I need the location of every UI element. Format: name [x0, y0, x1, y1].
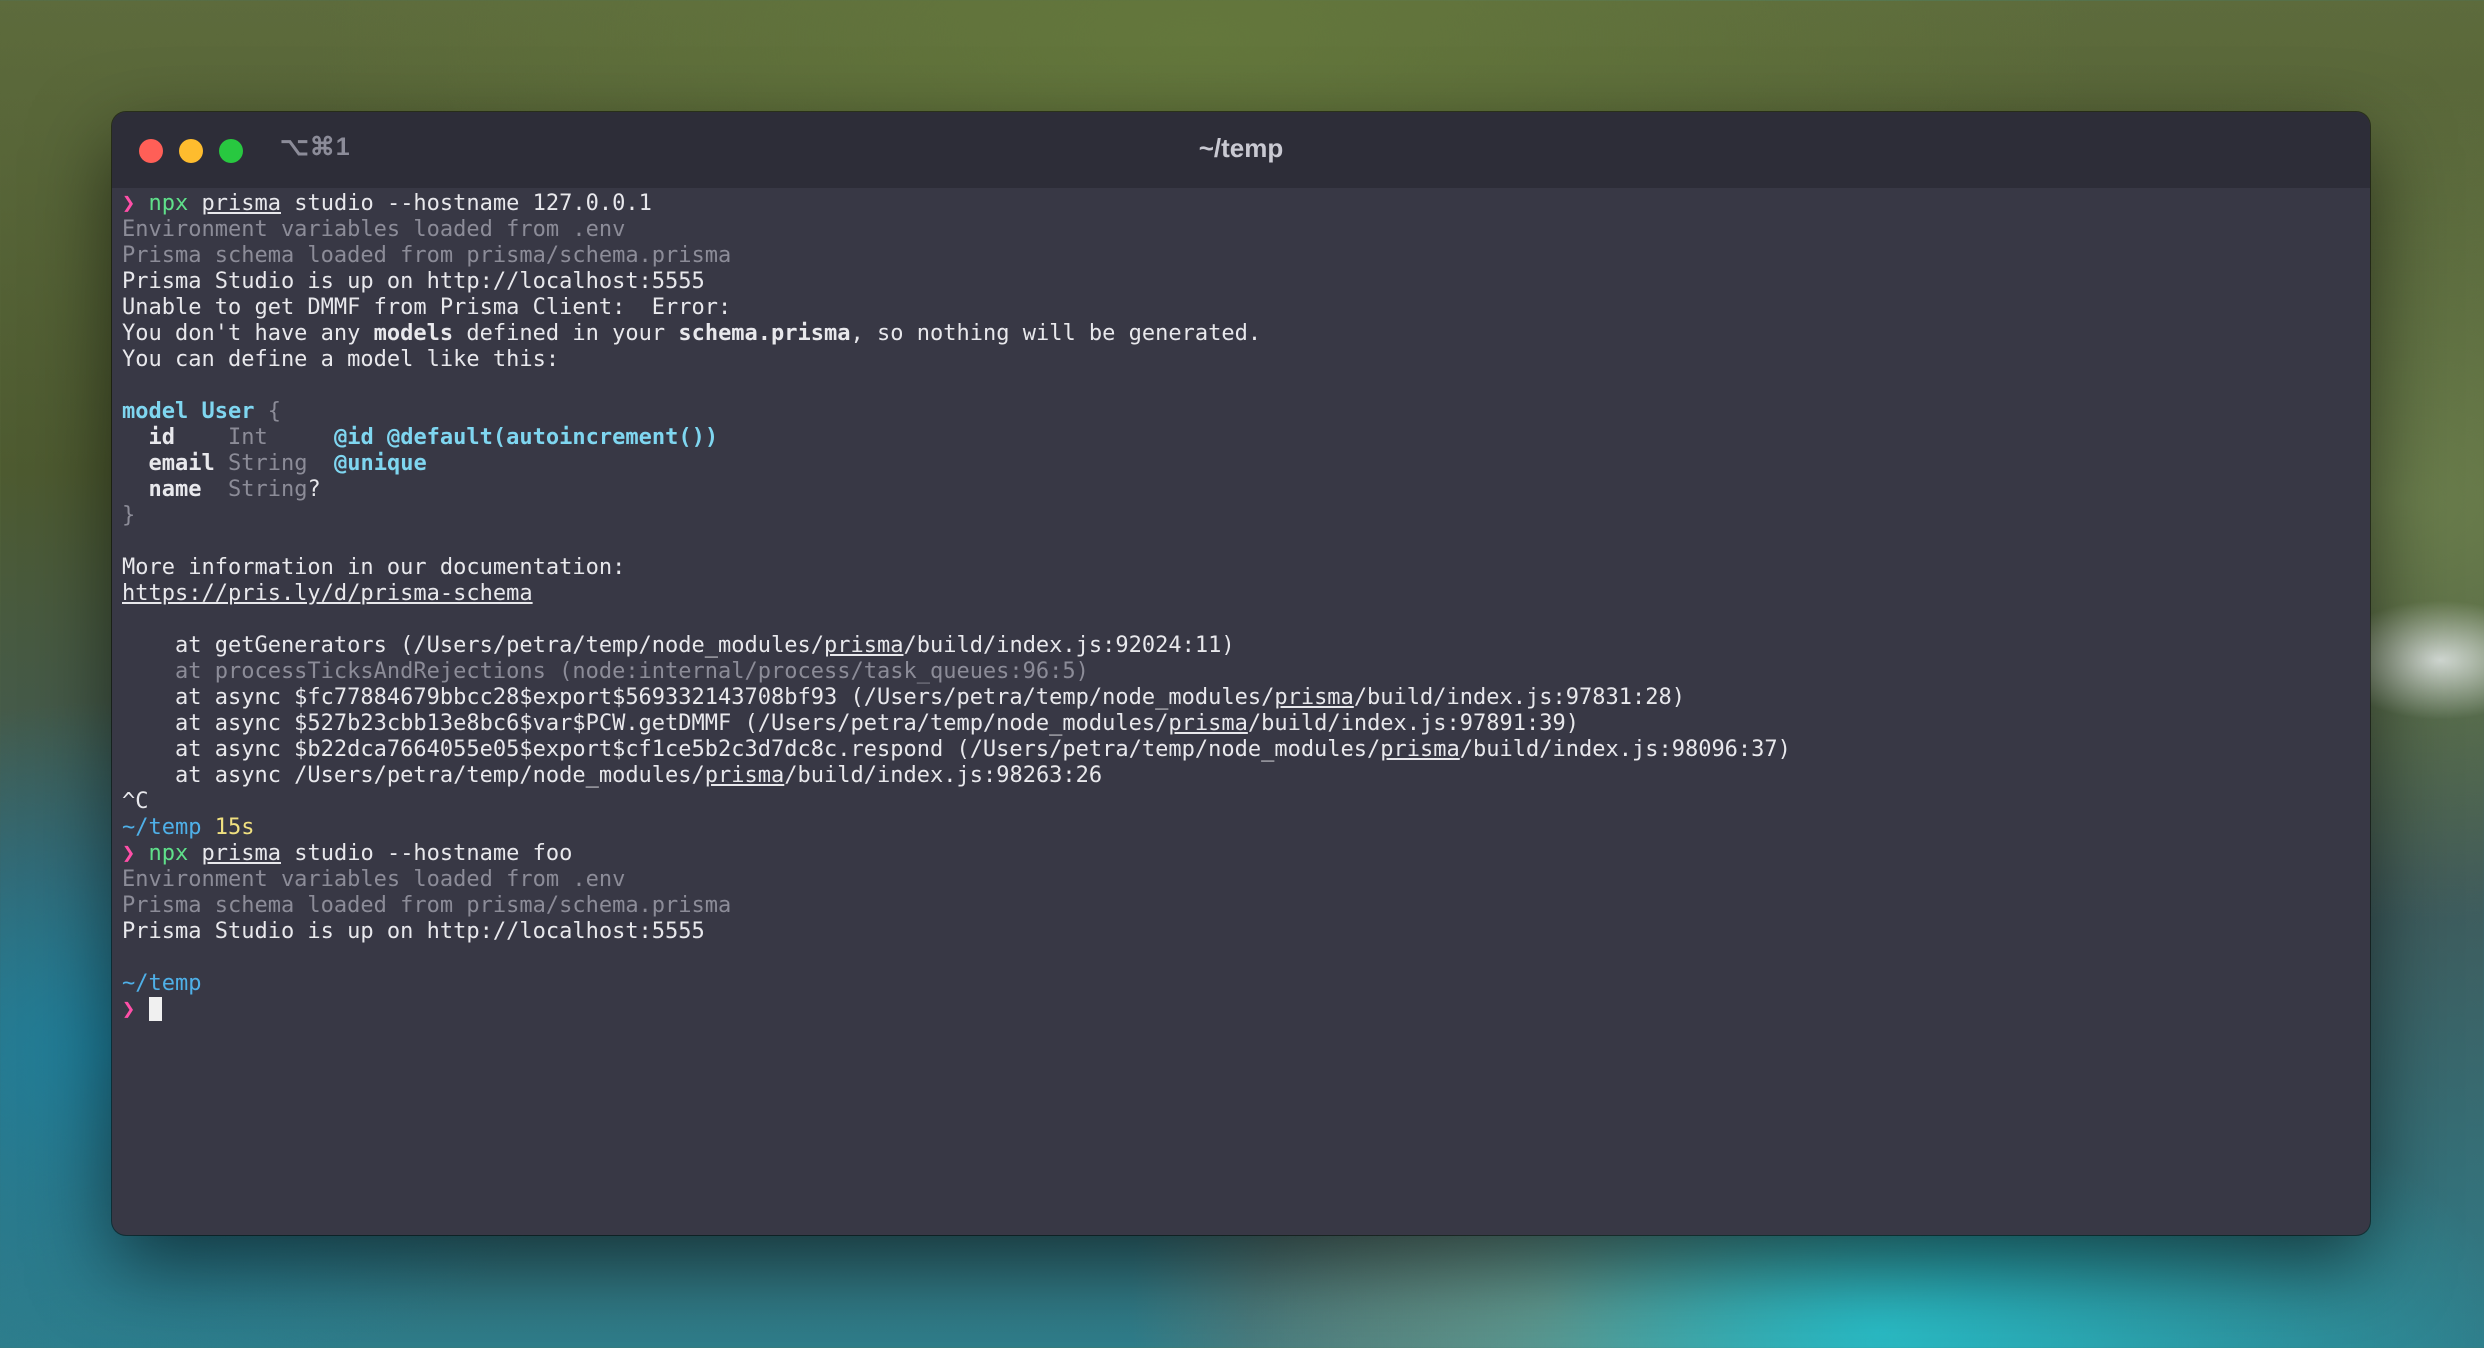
stack-line-3: at async $fc77884679bbcc28$export$569332…: [122, 685, 2360, 711]
title-bar[interactable]: ⌥⌘1 ~/temp: [112, 112, 2370, 188]
no-models-text-post: , so nothing will be generated.: [850, 321, 1262, 346]
stack-text: at async $b22dca7664055e05$export$cf1ce5…: [122, 737, 1381, 762]
prompt-symbol: ❯: [122, 191, 136, 216]
cmd-prisma: prisma: [201, 191, 281, 216]
ctrl-c-line: ^C: [122, 789, 149, 814]
stack-text: /build/index.js:97831:28): [1353, 685, 1685, 710]
stack-text: /build/index.js:97891:39): [1247, 711, 1579, 736]
no-models-keyword: models: [373, 321, 454, 346]
terminal-window: ⌥⌘1 ~/temp ❯ npx prisma studio --hostnam…: [112, 112, 2370, 1235]
no-models-text-pre: You don't have any: [122, 321, 374, 346]
stack-prisma: prisma: [704, 763, 785, 788]
field-attrs: @unique: [333, 451, 427, 476]
field-type: Int: [227, 425, 268, 450]
stack-text: /build/index.js:92024:11): [903, 633, 1235, 658]
active-prompt-line[interactable]: ❯: [122, 997, 2360, 1023]
model-keyword: model: [122, 399, 189, 424]
prompt-symbol: ❯: [122, 997, 136, 1022]
field-name: email: [148, 451, 215, 476]
cmd-prisma: prisma: [201, 841, 281, 866]
prompt-symbol: ❯: [122, 841, 136, 866]
prompt-duration: 15s: [214, 815, 255, 840]
prompt-dir-line-1: ~/temp 15s: [122, 815, 2360, 841]
no-models-line: You don't have any models defined in you…: [122, 321, 2360, 347]
studio-up-line: Prisma Studio is up on http://localhost:…: [122, 269, 705, 294]
stack-prisma: prisma: [1380, 737, 1460, 762]
schema-loaded-line: Prisma schema loaded from prisma/schema.…: [122, 243, 732, 268]
model-open-brace: {: [267, 399, 281, 424]
studio-up-line: Prisma Studio is up on http://localhost:…: [122, 919, 705, 944]
model-name: User: [201, 399, 255, 424]
more-info-line: More information in our documentation:: [122, 555, 626, 580]
no-models-text-mid: defined in your: [453, 321, 679, 346]
field-name: id: [148, 425, 176, 450]
stack-text: /build/index.js:98263:26: [784, 763, 1103, 788]
dmmf-error-line: Unable to get DMMF from Prisma Client: E…: [122, 295, 732, 320]
model-field-email: email String @unique: [122, 451, 2360, 477]
text-cursor: [148, 997, 162, 1021]
stack-prisma: prisma: [1168, 711, 1248, 736]
env-loaded-line: Environment variables loaded from .env: [122, 217, 626, 242]
schema-loaded-line: Prisma schema loaded from prisma/schema.…: [122, 893, 732, 918]
no-models-schema: schema.prisma: [678, 321, 851, 346]
window-title: ~/temp: [1198, 133, 1284, 163]
prompt-directory: ~/temp: [122, 815, 202, 840]
command-line-2: ❯ npx prisma studio --hostname foo: [122, 841, 2360, 867]
cmd-npx: npx: [148, 191, 189, 216]
stack-line-5: at async $b22dca7664055e05$export$cf1ce5…: [122, 737, 2360, 763]
stack-prisma: prisma: [824, 633, 904, 658]
stack-line-1: at getGenerators (/Users/petra/temp/node…: [122, 633, 2360, 659]
cmd-args: studio --hostname 127.0.0.1: [280, 191, 652, 216]
stack-text: at async $fc77884679bbcc28$export$569332…: [122, 685, 1275, 710]
env-loaded-line: Environment variables loaded from .env: [122, 867, 626, 892]
model-header-line: model User {: [122, 399, 2360, 425]
stack-prisma: prisma: [1274, 685, 1354, 710]
cmd-npx: npx: [148, 841, 189, 866]
field-type: String: [227, 477, 308, 502]
stack-line-4: at async $527b23cbb13e8bc6$var$PCW.getDM…: [122, 711, 2360, 737]
doc-link[interactable]: https://pris.ly/d/prisma-schema: [122, 581, 2360, 607]
model-field-id: id Int @id @default(autoincrement()): [122, 425, 2360, 451]
model-close-brace: }: [122, 503, 136, 528]
define-hint-line: You can define a model like this:: [122, 347, 560, 372]
stack-line-2: at processTicksAndRejections (node:inter…: [122, 659, 1089, 684]
command-line-1: ❯ npx prisma studio --hostname 127.0.0.1: [122, 191, 2360, 217]
stack-text: at getGenerators (/Users/petra/temp/node…: [122, 633, 824, 658]
field-attrs: @id @default(autoincrement()): [333, 425, 719, 450]
stack-text: at async $527b23cbb13e8bc6$var$PCW.getDM…: [122, 711, 1169, 736]
prompt-dir-line-2: ~/temp: [122, 971, 202, 996]
field-suffix: ?: [307, 477, 321, 502]
field-name: name: [148, 477, 202, 502]
field-type: String: [227, 451, 308, 476]
stack-text: /build/index.js:98096:37): [1459, 737, 1791, 762]
cmd-args: studio --hostname foo: [280, 841, 573, 866]
stack-text: at async /Users/petra/temp/node_modules/: [122, 763, 705, 788]
terminal-output[interactable]: ❯ npx prisma studio --hostname 127.0.0.1…: [122, 191, 2360, 1235]
stack-line-6: at async /Users/petra/temp/node_modules/…: [122, 763, 2360, 789]
model-field-name: name String?: [122, 477, 2360, 503]
